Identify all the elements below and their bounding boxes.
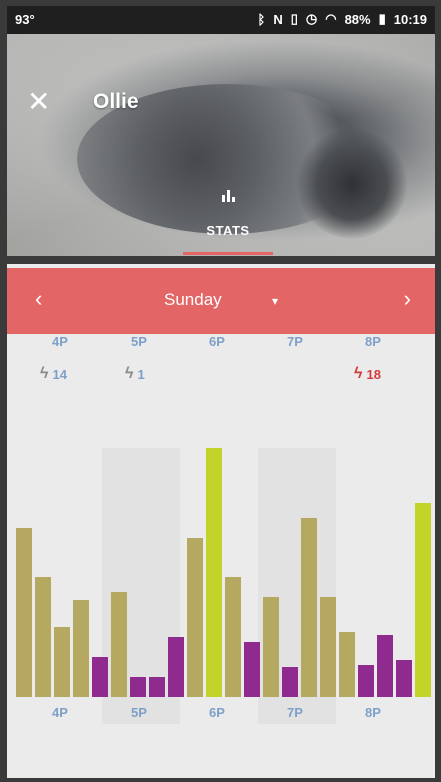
day-dropdown-icon[interactable]: ▾ bbox=[272, 294, 278, 308]
clock-time: 10:19 bbox=[393, 11, 427, 27]
battery-percent: 88% bbox=[344, 11, 371, 27]
status-bar: 93° ᛒ N ▯ ◷ ◠ 88% ▮ 10:19 bbox=[7, 6, 435, 34]
chart-bar bbox=[225, 577, 241, 697]
hour-label-bottom: 7P bbox=[287, 705, 303, 720]
hour-label-top: 5P bbox=[131, 334, 147, 349]
hour-label-bottom: 5P bbox=[131, 705, 147, 720]
chart-bar bbox=[54, 627, 70, 697]
activity-count-value: 1 bbox=[137, 366, 145, 382]
hour-label-bottom: 4P bbox=[52, 705, 68, 720]
chart-bar bbox=[187, 538, 203, 697]
dog-photo-head bbox=[297, 129, 407, 239]
activity-count: ϟ 14 bbox=[40, 365, 67, 383]
chart-bar bbox=[206, 448, 222, 697]
chart-bar bbox=[282, 667, 298, 697]
close-button[interactable]: ✕ bbox=[27, 88, 51, 116]
chart-bar bbox=[92, 657, 108, 697]
wifi-icon: ◠ bbox=[325, 11, 337, 26]
activity-bar-chart bbox=[16, 448, 431, 724]
day-selector: ‹ Sunday ▾ › bbox=[7, 268, 435, 334]
chart-bar bbox=[35, 577, 51, 697]
chart-bar bbox=[320, 597, 336, 697]
hour-label-top: 7P bbox=[287, 334, 303, 349]
hour-label-top: 4P bbox=[52, 334, 68, 349]
chart-bar bbox=[73, 600, 89, 697]
hour-label-bottom: 8P bbox=[365, 705, 381, 720]
activity-count-value: 14 bbox=[52, 366, 67, 382]
chart-bar bbox=[244, 642, 260, 697]
chart-bar bbox=[301, 518, 317, 697]
alarm-icon: ◷ bbox=[305, 11, 318, 26]
pet-name: Ollie bbox=[93, 90, 139, 113]
battery-icon: ▮ bbox=[378, 11, 386, 26]
selected-day[interactable]: Sunday bbox=[164, 290, 222, 310]
lightning-icon: ϟ bbox=[40, 365, 49, 382]
lightning-icon: ϟ bbox=[125, 365, 134, 382]
chart-bar bbox=[396, 660, 412, 697]
hour-label-bottom: 6P bbox=[209, 705, 225, 720]
chart-bar bbox=[149, 677, 165, 697]
next-day-button[interactable]: › bbox=[404, 286, 411, 312]
close-icon: ✕ bbox=[27, 86, 51, 117]
tab-selected-indicator bbox=[183, 252, 273, 255]
hour-label-top: 8P bbox=[365, 334, 381, 349]
chart-bar bbox=[130, 677, 146, 697]
activity-count: ϟ 18 bbox=[354, 365, 381, 383]
lightning-icon: ϟ bbox=[354, 365, 363, 382]
chart-bar bbox=[415, 503, 431, 697]
chart-bar bbox=[339, 632, 355, 697]
pet-header: ✕ Ollie STATS bbox=[7, 34, 435, 256]
vibrate-icon: ▯ bbox=[290, 11, 298, 26]
bar-chart-icon bbox=[221, 186, 237, 202]
bluetooth-icon: ᛒ bbox=[257, 11, 266, 27]
chart-bar bbox=[168, 637, 184, 697]
chart-bar bbox=[263, 597, 279, 697]
tab-stats[interactable]: STATS bbox=[183, 186, 273, 256]
chart-bar bbox=[358, 665, 374, 697]
nfc-icon: N bbox=[273, 11, 283, 27]
tab-stats-label: STATS bbox=[206, 223, 250, 238]
previous-day-button[interactable]: ‹ bbox=[35, 286, 42, 312]
chart-bar bbox=[111, 592, 127, 697]
temperature-text: 93° bbox=[15, 12, 35, 27]
status-icons: ᛒ N ▯ ◷ ◠ 88% ▮ 10:19 bbox=[258, 11, 427, 27]
activity-count: ϟ 1 bbox=[125, 365, 145, 383]
chart-bar bbox=[16, 528, 32, 697]
activity-count-value: 18 bbox=[366, 366, 381, 382]
hour-label-top: 6P bbox=[209, 334, 225, 349]
chart-bar bbox=[377, 635, 393, 697]
